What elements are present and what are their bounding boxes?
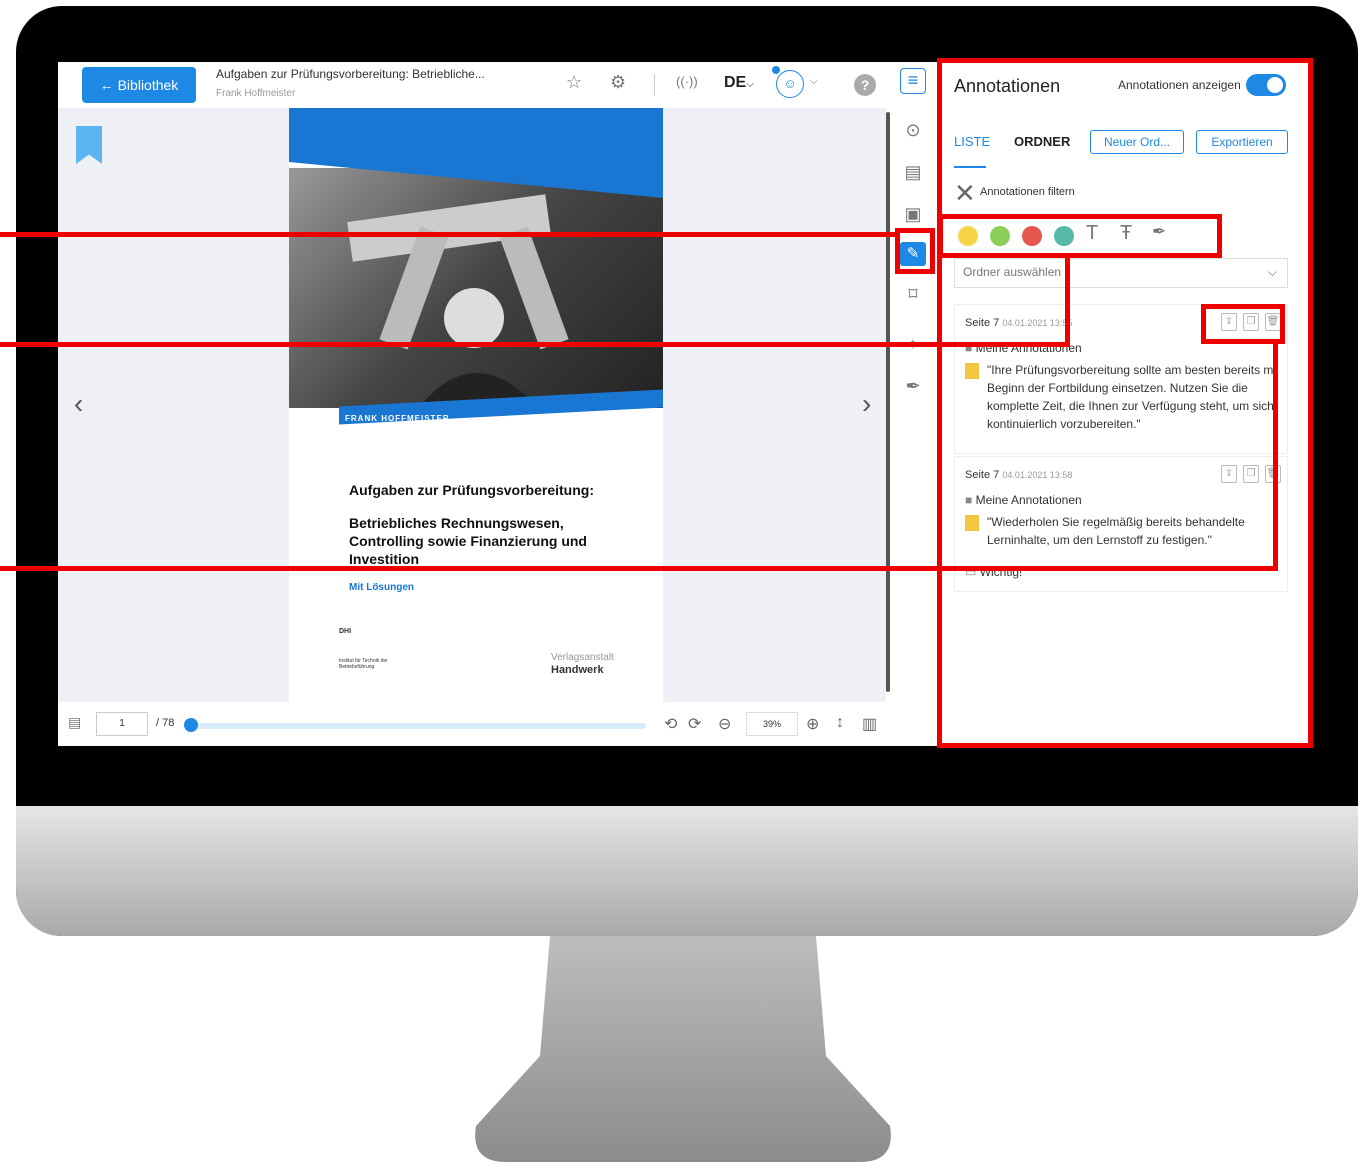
pointer-line-2-vertical: [1065, 255, 1070, 347]
highlight-panel-box: [937, 58, 1313, 748]
document-author: Frank Hoffmeister: [216, 88, 296, 99]
publisher-bottom: Handwerk: [551, 664, 604, 676]
page-total: / 78: [156, 717, 175, 729]
pointer-line-3: [0, 566, 1278, 571]
highlight-card-actions-box: [1201, 304, 1285, 344]
page-input[interactable]: 1: [96, 712, 148, 736]
document-viewer: ‹ › FRANK HOFFMEISTER Aufgaben zur Prüfu…: [58, 108, 886, 702]
notification-dot: [772, 66, 780, 74]
institute-text: Institut für Technik der Betriebsführung: [339, 658, 388, 670]
language-label: DE: [724, 74, 747, 91]
text-view-icon[interactable]: ▥: [862, 714, 877, 734]
panel-toggle-icon[interactable]: ≡: [900, 68, 926, 94]
help-icon[interactable]: ?: [854, 74, 876, 96]
cover-with-solutions: Mit Lösungen: [349, 582, 414, 593]
back-to-library-button[interactable]: ← Bibliothek: [82, 67, 196, 103]
page-slider-knob[interactable]: [184, 718, 198, 732]
dhi-logo: DHI: [339, 628, 352, 635]
zoom-out-icon[interactable]: ⊖: [718, 714, 731, 734]
header-divider: [654, 74, 655, 96]
star-icon[interactable]: ☆: [566, 72, 582, 93]
gear-icon[interactable]: ⚙: [610, 72, 626, 93]
thumbnails-icon[interactable]: ▤: [68, 714, 81, 731]
bottom-toolbar: ▤ 1 / 78 ⟲ ⟳ ⊖ 39% ⊕ ↕ ▥: [58, 702, 886, 746]
cover-subtitle: Betriebliches Rechnungswesen, Controllin…: [349, 515, 587, 567]
page-slider[interactable]: [184, 723, 646, 729]
text-search-icon[interactable]: ⊙: [900, 120, 926, 141]
chevron-down-icon: ⌵: [746, 79, 754, 90]
broadcast-icon[interactable]: ((·)): [676, 74, 698, 89]
bookmark-list-icon[interactable]: ⌑: [900, 284, 926, 305]
cover-illustration: [347, 194, 569, 408]
pen-tool-icon[interactable]: ✒: [900, 376, 926, 397]
pointer-line-3-vertical: [1273, 340, 1278, 571]
fit-height-icon[interactable]: ↕: [836, 714, 844, 732]
monitor-chin: [16, 806, 1358, 936]
next-page-arrow[interactable]: ›: [862, 388, 871, 420]
rotate-right-icon[interactable]: ⟳: [688, 714, 701, 734]
media-icon[interactable]: ▣: [900, 204, 926, 225]
bookmark-icon[interactable]: [76, 126, 102, 164]
cover-photo: [289, 168, 663, 408]
zoom-level[interactable]: 39%: [746, 712, 798, 736]
highlight-annotation-icon-box: [895, 228, 935, 274]
user-icon[interactable]: ☺: [776, 70, 804, 98]
pointer-line-2: [0, 342, 1070, 347]
cover-title: Aufgaben zur Prüfungsvorbereitung:: [349, 482, 594, 498]
publisher-top: Verlagsanstalt: [551, 652, 614, 663]
rotate-left-icon[interactable]: ⟲: [664, 714, 677, 734]
zoom-in-icon[interactable]: ⊕: [806, 714, 819, 734]
monitor-stand: [475, 936, 891, 1162]
cover-author: FRANK HOFFMEISTER: [345, 414, 450, 423]
pointer-line-1: [0, 232, 898, 237]
viewer-scrollbar[interactable]: [886, 112, 890, 692]
prev-page-arrow[interactable]: ‹: [74, 388, 83, 420]
document-title: Aufgaben zur Prüfungsvorbereitung: Betri…: [216, 67, 485, 81]
language-select[interactable]: DE⌵: [724, 74, 754, 92]
book-cover-page: FRANK HOFFMEISTER Aufgaben zur Prüfungsv…: [289, 108, 663, 702]
highlight-tools-box: [938, 214, 1222, 258]
chevron-down-icon[interactable]: ⌵: [810, 76, 818, 87]
toc-icon[interactable]: ▤: [900, 162, 926, 183]
